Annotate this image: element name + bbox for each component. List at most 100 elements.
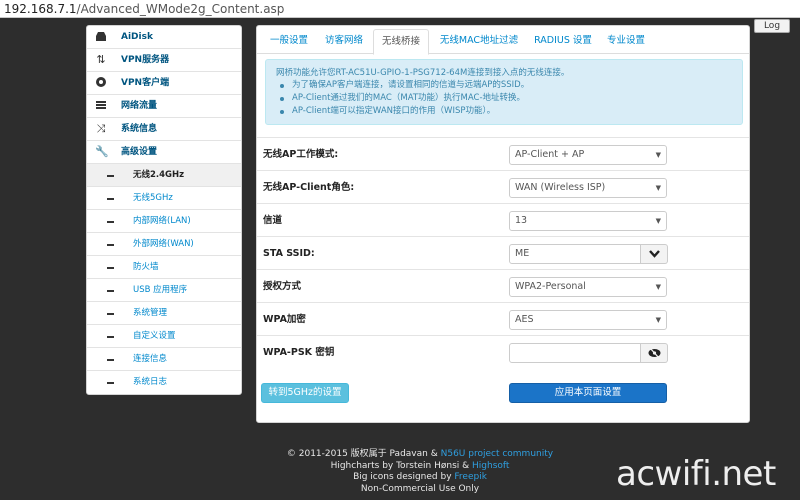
dash-icon: [107, 359, 114, 361]
caret-down-icon: ▼: [655, 184, 661, 192]
dash-icon: [107, 267, 114, 269]
url-host: 192.168.7.1: [4, 2, 77, 16]
show-password-button[interactable]: [641, 343, 668, 363]
chevron-down-icon: [641, 250, 668, 266]
watermark: acwifi.net: [616, 454, 776, 494]
bullet-icon: [280, 110, 284, 114]
caret-down-icon: ▼: [655, 151, 661, 159]
psk-row: WPA-PSK 密钥: [257, 335, 749, 375]
footer-link-freepik[interactable]: Freepik: [454, 472, 487, 482]
tab-bridge[interactable]: 无线桥接: [373, 29, 429, 55]
tab-advanced[interactable]: 专业设置: [601, 29, 651, 55]
tab-radius[interactable]: RADIUS 设置: [529, 29, 597, 55]
channel-row: 信道 13 ▼: [257, 203, 749, 236]
dash-icon: [107, 313, 114, 315]
sidebar-sub-label: 系统日志: [133, 377, 168, 387]
footer-link-highsoft[interactable]: Highsoft: [472, 461, 509, 471]
hdd-icon: [95, 30, 107, 44]
sidebar-sub-label: 无线5GHz: [133, 193, 173, 203]
ap-mode-select[interactable]: AP-Client + AP ▼: [509, 145, 667, 165]
info-bullet: AP-Client端可以指定WAN接口的作用（WISP功能）。: [292, 106, 496, 116]
sidebar-sub-admin[interactable]: 系统管理: [87, 302, 241, 325]
footer-icons: Big icons designed by: [353, 472, 452, 482]
tab-general[interactable]: 一般设置: [261, 29, 317, 55]
log-button[interactable]: Log: [754, 19, 790, 33]
ap-mode-value: AP-Client + AP: [515, 149, 585, 160]
auth-value: WPA2-Personal: [515, 281, 586, 292]
sidebar-menu: AiDisk ⇅ VPN服务器 VPN客户端 网络流量 ⤨ 系统信息 🔧 高级设…: [86, 25, 242, 395]
caret-down-icon: ▼: [655, 316, 661, 324]
info-bullet: 为了确保AP客户端连接，请设置相同的信道与远端AP的SSID。: [292, 80, 530, 90]
caret-down-icon: ▼: [655, 283, 661, 291]
sidebar-sub-syslog[interactable]: 系统日志: [87, 371, 241, 394]
apply-button[interactable]: 应用本页面设置: [509, 383, 667, 403]
channel-label: 信道: [263, 215, 283, 226]
dash-icon: [107, 382, 114, 384]
caret-down-icon: ▼: [655, 217, 661, 225]
bullet-icon: [280, 97, 284, 101]
psk-input[interactable]: [509, 343, 641, 363]
encryption-value: AES: [515, 314, 534, 325]
sidebar-item-advanced[interactable]: 🔧 高级设置: [87, 141, 241, 164]
encryption-select[interactable]: AES ▼: [509, 310, 667, 330]
channel-select[interactable]: 13 ▼: [509, 211, 667, 231]
footer-link-community[interactable]: N56U project community: [441, 449, 553, 459]
random-icon: ⤨: [96, 122, 106, 135]
ssid-row: STA SSID: ME: [257, 236, 749, 269]
globe-icon: [95, 76, 107, 90]
footer-line: © 2011-2015 版权属于 Padavan & N56U project …: [250, 449, 590, 461]
client-role-value: WAN (Wireless ISP): [515, 182, 606, 193]
auth-select[interactable]: WPA2-Personal ▼: [509, 277, 667, 297]
tab-mac-filter[interactable]: 无线MAC地址过滤: [433, 29, 525, 55]
footer-highcharts: Highcharts by Torstein Hønsi &: [330, 460, 470, 471]
sidebar-item-label: VPN服务器: [121, 55, 170, 65]
sidebar-item-vpn-client[interactable]: VPN客户端: [87, 72, 241, 95]
sidebar-item-system-info[interactable]: ⤨ 系统信息: [87, 118, 241, 141]
sidebar-item-label: VPN客户端: [121, 78, 170, 88]
dash-icon: [107, 244, 114, 246]
client-role-label: 无线AP-Client角色:: [263, 182, 355, 193]
sidebar-sub-usb[interactable]: USB 应用程序: [87, 279, 241, 302]
wrench-icon: 🔧: [95, 145, 109, 158]
url-text[interactable]: 192.168.7.1/Advanced_WMode2g_Content.asp: [4, 1, 284, 17]
ssid-value: ME: [515, 248, 530, 259]
footer-line: Big icons designed by Freepik: [250, 472, 590, 484]
encryption-label: WPA加密: [263, 314, 306, 325]
psk-label: WPA-PSK 密钥: [263, 347, 335, 358]
goto-5g-button[interactable]: 转到5GHz的设置: [261, 383, 349, 403]
sidebar-sub-label: 内部网络(LAN): [133, 216, 191, 226]
address-bar[interactable]: 192.168.7.1/Advanced_WMode2g_Content.asp: [0, 0, 800, 18]
footer-line: Highcharts by Torstein Hønsi & Highsoft: [250, 461, 590, 473]
footer-copyright: © 2011-2015 版权属于 Padavan &: [286, 449, 438, 459]
sidebar-sub-label: 自定义设置: [133, 331, 176, 341]
sidebar-item-aidisk[interactable]: AiDisk: [87, 26, 241, 49]
client-role-select[interactable]: WAN (Wireless ISP) ▼: [509, 178, 667, 198]
client-role-row: 无线AP-Client角色: WAN (Wireless ISP) ▼: [257, 170, 749, 203]
tab-guest[interactable]: 访客网络: [317, 29, 371, 55]
dash-icon: [107, 175, 114, 177]
auth-row: 授权方式 WPA2-Personal ▼: [257, 269, 749, 302]
ssid-label: STA SSID:: [263, 248, 315, 259]
sidebar-item-label: 网络流量: [121, 101, 158, 111]
sidebar-sub-label: 连接信息: [133, 354, 168, 364]
dash-icon: [107, 290, 114, 292]
sidebar-item-vpn-server[interactable]: ⇅ VPN服务器: [87, 49, 241, 72]
sidebar-sub-firewall[interactable]: 防火墙: [87, 256, 241, 279]
ssid-input[interactable]: ME: [509, 244, 641, 264]
sidebar-sub-wan[interactable]: 外部网络(WAN): [87, 233, 241, 256]
sidebar-sub-wireless-5g[interactable]: 无线5GHz: [87, 187, 241, 210]
main-panel: 一般设置 访客网络 无线桥接 无线MAC地址过滤 RADIUS 设置 专业设置 …: [256, 25, 750, 423]
sidebar-item-traffic[interactable]: 网络流量: [87, 95, 241, 118]
sidebar-sub-lan[interactable]: 内部网络(LAN): [87, 210, 241, 233]
ap-mode-label: 无线AP工作模式:: [263, 149, 339, 160]
ssid-dropdown-button[interactable]: [641, 244, 668, 264]
dash-icon: [107, 221, 114, 223]
sidebar-sub-label: USB 应用程序: [133, 285, 188, 295]
sidebar-sub-connections[interactable]: 连接信息: [87, 348, 241, 371]
url-path: /Advanced_WMode2g_Content.asp: [76, 2, 285, 16]
sidebar-sub-wireless-24g[interactable]: 无线2.4GHz: [87, 164, 241, 187]
sidebar-sub-label: 防火墙: [133, 262, 159, 272]
sidebar-sub-custom[interactable]: 自定义设置: [87, 325, 241, 348]
auth-label: 授权方式: [263, 281, 302, 292]
dash-icon: [107, 336, 114, 338]
